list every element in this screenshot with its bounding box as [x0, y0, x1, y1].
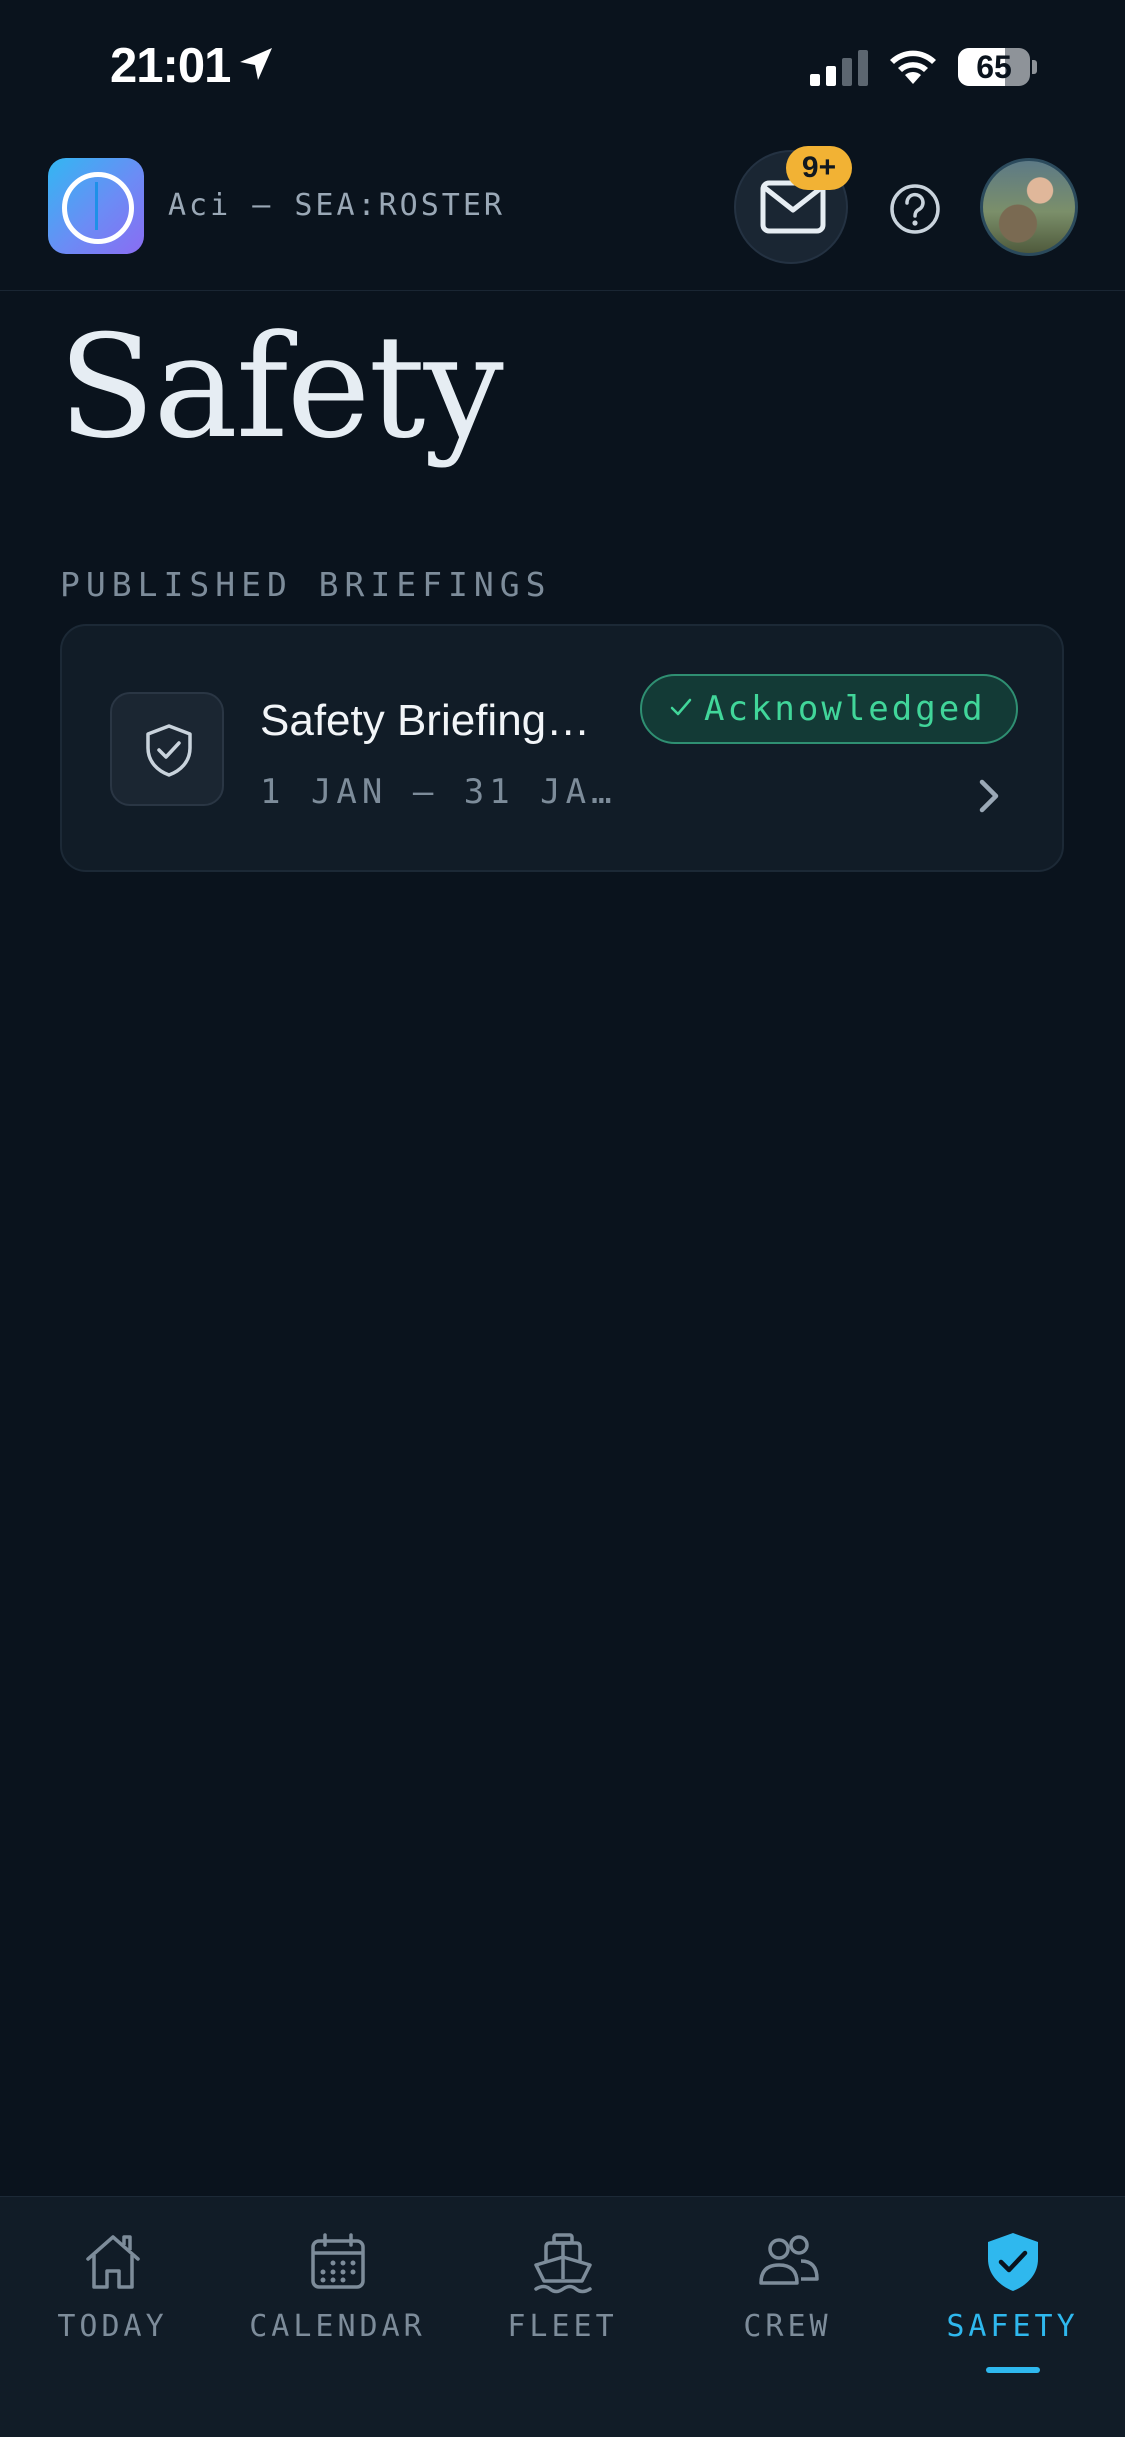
briefing-title: Safety Briefing…: [260, 696, 591, 745]
status-badge: Acknowledged: [640, 674, 1018, 744]
tab-bar: TODAY CALENDAR FLEET CREW SAFETY: [0, 2196, 1125, 2437]
tab-label: FLEET: [507, 2309, 618, 2344]
shield-check-icon: [988, 2233, 1038, 2291]
signal-icon: [810, 50, 868, 86]
shield-check-icon: [146, 724, 192, 777]
help-icon[interactable]: [888, 182, 942, 236]
battery-level: 65: [976, 49, 1012, 85]
people-icon: [759, 2235, 819, 2285]
app-logo[interactable]: [48, 158, 144, 254]
tab-safety[interactable]: SAFETY: [900, 2197, 1125, 2437]
section-label: PUBLISHED BRIEFINGS: [60, 565, 552, 604]
tab-label: CALENDAR: [249, 2309, 426, 2344]
home-icon: [86, 2235, 140, 2289]
briefing-icon-box: [110, 692, 224, 806]
chevron-right-icon: [979, 779, 999, 813]
page-title: Safety: [58, 305, 504, 470]
tab-label: TODAY: [57, 2309, 168, 2344]
status-bar: 21:01 65: [0, 0, 1125, 135]
status-time: 21:01: [110, 39, 231, 93]
active-tab-indicator: [986, 2367, 1040, 2373]
avatar[interactable]: [980, 158, 1078, 256]
calendar-icon: [311, 2233, 365, 2289]
briefing-card[interactable]: Safety Briefing… 1 JAN – 31 JA… Acknowle…: [60, 624, 1064, 872]
tab-today[interactable]: TODAY: [0, 2197, 225, 2437]
status-badge-label: Acknowledged: [704, 689, 986, 729]
check-icon: [670, 698, 692, 716]
battery-icon: 65: [958, 48, 1038, 86]
mail-badge: 9+: [786, 146, 852, 190]
tab-calendar[interactable]: CALENDAR: [225, 2197, 450, 2437]
location-arrow-icon: [240, 48, 272, 80]
app-title: Aci – SEA:ROSTER: [168, 188, 505, 223]
app-header: Aci – SEA:ROSTER 9+: [0, 140, 1125, 291]
briefing-dates: 1 JAN – 31 JA…: [260, 772, 617, 812]
wifi-icon: [890, 50, 936, 84]
tab-label: CREW: [743, 2309, 832, 2344]
tab-fleet[interactable]: FLEET: [450, 2197, 675, 2437]
tab-label: SAFETY: [946, 2309, 1079, 2344]
ship-icon: [534, 2233, 592, 2294]
tab-crew[interactable]: CREW: [675, 2197, 900, 2437]
